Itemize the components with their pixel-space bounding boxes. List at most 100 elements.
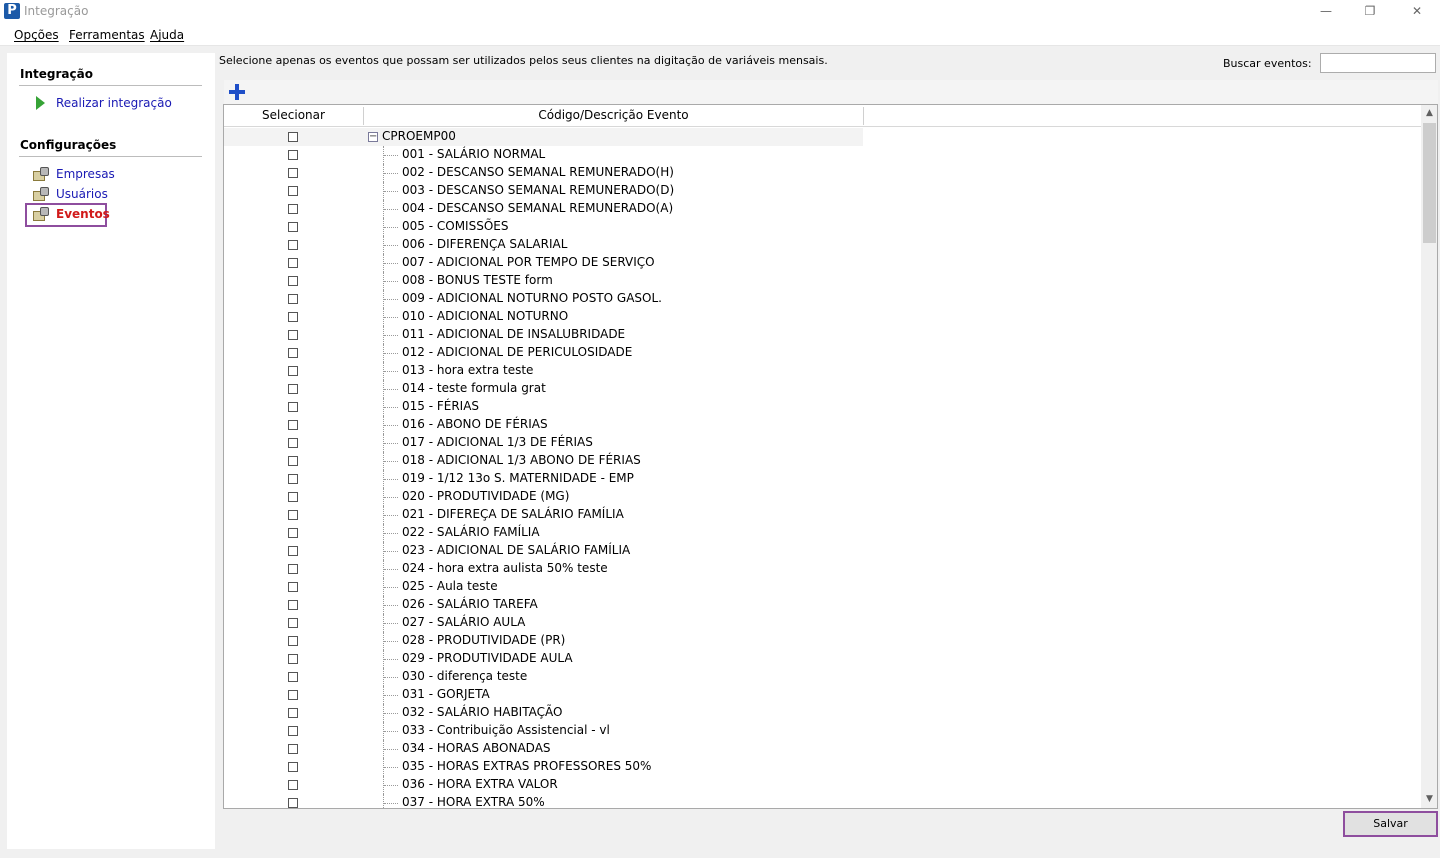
table-row: 029 - PRODUTIVIDADE AULA xyxy=(224,650,1421,668)
select-checkbox[interactable] xyxy=(288,582,298,592)
select-checkbox[interactable] xyxy=(288,528,298,538)
select-checkbox[interactable] xyxy=(288,780,298,790)
search-input[interactable] xyxy=(1320,53,1436,73)
column-header-descricao[interactable]: Código/Descrição Evento xyxy=(364,105,863,126)
event-label: 002 - DESCANSO SEMANAL REMUNERADO(H) xyxy=(402,165,674,179)
select-checkbox[interactable] xyxy=(288,492,298,502)
table-row: 037 - HORA EXTRA 50% xyxy=(224,794,1421,809)
select-checkbox[interactable] xyxy=(288,402,298,412)
scroll-up-icon[interactable]: ▲ xyxy=(1421,105,1437,122)
select-checkbox[interactable] xyxy=(288,708,298,718)
event-label: 021 - DIFEREÇA DE SALÁRIO FAMÍLIA xyxy=(402,507,624,521)
table-row: 014 - teste formula grat xyxy=(224,380,1421,398)
select-checkbox[interactable] xyxy=(288,348,298,358)
event-label: 006 - DIFERENÇA SALARIAL xyxy=(402,237,568,251)
select-checkbox[interactable] xyxy=(288,294,298,304)
table-row: 025 - Aula teste xyxy=(224,578,1421,596)
event-label: 019 - 1/12 13o S. MATERNIDADE - EMP xyxy=(402,471,634,485)
sidebar-item-eventos[interactable]: Eventos xyxy=(56,207,110,221)
select-checkbox[interactable] xyxy=(288,600,298,610)
select-checkbox[interactable] xyxy=(288,168,298,178)
select-checkbox[interactable] xyxy=(288,330,298,340)
event-label: 037 - HORA EXTRA 50% xyxy=(402,795,545,809)
vertical-scrollbar[interactable]: ▲ ▼ xyxy=(1421,105,1437,808)
play-icon xyxy=(36,96,45,110)
select-checkbox[interactable] xyxy=(288,312,298,322)
scroll-down-icon[interactable]: ▼ xyxy=(1421,791,1437,808)
select-checkbox[interactable] xyxy=(288,438,298,448)
table-row: 010 - ADICIONAL NOTURNO xyxy=(224,308,1421,326)
window-title: Integração xyxy=(24,4,89,18)
event-label: 017 - ADICIONAL 1/3 DE FÉRIAS xyxy=(402,435,593,449)
sidebar-section-integracao: Integração xyxy=(20,67,93,81)
select-checkbox[interactable] xyxy=(288,456,298,466)
event-label: 029 - PRODUTIVIDADE AULA xyxy=(402,651,573,665)
restore-button[interactable]: ❐ xyxy=(1347,0,1393,24)
select-checkbox[interactable] xyxy=(288,798,298,808)
table-row: 006 - DIFERENÇA SALARIAL xyxy=(224,236,1421,254)
scroll-thumb[interactable] xyxy=(1423,123,1436,243)
select-checkbox[interactable] xyxy=(288,690,298,700)
select-checkbox[interactable] xyxy=(288,564,298,574)
table-row: 020 - PRODUTIVIDADE (MG) xyxy=(224,488,1421,506)
minimize-button[interactable]: — xyxy=(1303,0,1349,24)
select-checkbox[interactable] xyxy=(288,204,298,214)
select-checkbox[interactable] xyxy=(288,258,298,268)
sidebar: Integração Realizar integração Configura… xyxy=(7,53,215,849)
sidebar-item-usuarios[interactable]: Usuários xyxy=(56,187,108,201)
select-checkbox[interactable] xyxy=(288,726,298,736)
select-checkbox[interactable] xyxy=(288,222,298,232)
table-row: 002 - DESCANSO SEMANAL REMUNERADO(H) xyxy=(224,164,1421,182)
table-row: 030 - diferença teste xyxy=(224,668,1421,686)
select-checkbox[interactable] xyxy=(288,546,298,556)
select-checkbox[interactable] xyxy=(288,384,298,394)
table-row: 031 - GORJETA xyxy=(224,686,1421,704)
event-label: 012 - ADICIONAL DE PERICULOSIDADE xyxy=(402,345,633,359)
select-checkbox[interactable] xyxy=(288,618,298,628)
select-checkbox[interactable] xyxy=(288,672,298,682)
close-button[interactable]: ✕ xyxy=(1394,0,1440,24)
select-checkbox[interactable] xyxy=(288,762,298,772)
select-checkbox[interactable] xyxy=(288,186,298,196)
select-checkbox[interactable] xyxy=(288,654,298,664)
select-checkbox[interactable] xyxy=(288,636,298,646)
menu-ajuda[interactable]: Ajuda xyxy=(150,28,184,42)
grid-rows: − CPROEMP00 001 - SALÁRIO NORMAL 002 - DE… xyxy=(224,128,1421,809)
column-header-selecionar[interactable]: Selecionar xyxy=(224,105,363,126)
select-checkbox[interactable] xyxy=(288,420,298,430)
event-label: 032 - SALÁRIO HABITAÇÃO xyxy=(402,705,563,719)
select-checkbox[interactable] xyxy=(288,366,298,376)
collapse-icon[interactable]: − xyxy=(368,132,378,142)
settings-icon xyxy=(33,187,49,201)
select-checkbox[interactable] xyxy=(288,474,298,484)
event-label: 036 - HORA EXTRA VALOR xyxy=(402,777,558,791)
table-row: 036 - HORA EXTRA VALOR xyxy=(224,776,1421,794)
grid-toolbar xyxy=(224,80,1438,104)
table-row: 019 - 1/12 13o S. MATERNIDADE - EMP xyxy=(224,470,1421,488)
table-row: 012 - ADICIONAL DE PERICULOSIDADE xyxy=(224,344,1421,362)
select-checkbox[interactable] xyxy=(288,510,298,520)
select-checkbox[interactable] xyxy=(288,744,298,754)
menu-bar: Opções Ferramentas Ajuda xyxy=(0,24,1440,46)
select-checkbox[interactable] xyxy=(288,276,298,286)
sidebar-item-empresas[interactable]: Empresas xyxy=(56,167,115,181)
event-label: 023 - ADICIONAL DE SALÁRIO FAMÍLIA xyxy=(402,543,631,557)
table-row: 005 - COMISSÕES xyxy=(224,218,1421,236)
menu-opcoes[interactable]: Opções xyxy=(14,28,59,42)
table-row: 028 - PRODUTIVIDADE (PR) xyxy=(224,632,1421,650)
event-label: 026 - SALÁRIO TAREFA xyxy=(402,597,538,611)
save-button[interactable]: Salvar xyxy=(1343,811,1438,837)
add-icon[interactable] xyxy=(229,84,245,100)
realizar-integracao-link[interactable]: Realizar integração xyxy=(56,96,172,110)
select-checkbox[interactable] xyxy=(288,132,298,142)
table-row: 008 - BONUS TESTE form xyxy=(224,272,1421,290)
event-label: 027 - SALÁRIO AULA xyxy=(402,615,526,629)
event-label: 020 - PRODUTIVIDADE (MG) xyxy=(402,489,570,503)
instruction-text: Selecione apenas os eventos que possam s… xyxy=(219,54,828,67)
select-checkbox[interactable] xyxy=(288,150,298,160)
tree-root-label: CPROEMP00 xyxy=(382,129,456,143)
table-row: 015 - FÉRIAS xyxy=(224,398,1421,416)
select-checkbox[interactable] xyxy=(288,240,298,250)
menu-ferramentas[interactable]: Ferramentas xyxy=(69,28,145,42)
table-row: 013 - hora extra teste xyxy=(224,362,1421,380)
